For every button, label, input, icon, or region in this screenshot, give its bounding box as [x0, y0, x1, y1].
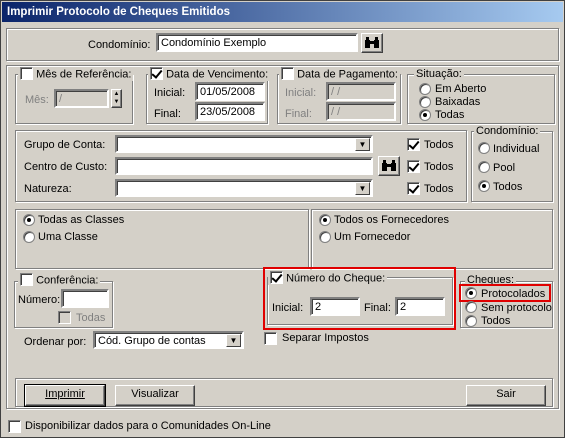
centro-custo-label: Centro de Custo: [24, 161, 108, 173]
disponibilizar-label: Disponibilizar dados para o Comunidades … [25, 420, 271, 432]
imprimir-button[interactable]: Imprimir [24, 384, 106, 407]
condominio-todos-radio[interactable] [478, 180, 490, 192]
condominio-field[interactable]: Condomínio Exemplo [156, 33, 358, 52]
vencimento-inicial-label: Inicial: [154, 87, 186, 99]
situacao-baixadas-radio[interactable] [419, 96, 431, 108]
pagamento-final-label: Final: [285, 108, 312, 120]
vencimento-final-field[interactable]: 23/05/2008 [195, 102, 265, 121]
data-vencimento-checkbox[interactable] [150, 67, 163, 80]
visualizar-label: Visualizar [131, 388, 179, 400]
mes-label: Mês: [25, 94, 49, 106]
chevron-down-icon[interactable]: ▼ [355, 182, 370, 195]
sem-protocolo-radio[interactable] [465, 301, 477, 313]
individual-radio[interactable] [478, 142, 490, 154]
binoculars-icon[interactable] [361, 33, 383, 53]
todos-fornecedores-radio[interactable] [319, 214, 331, 226]
pagamento-inicial-label: Inicial: [285, 87, 317, 99]
mes-referencia-legend: Mês de Referência: [18, 67, 134, 82]
centro-todos-label: Todos [424, 161, 454, 173]
centro-todos-checkbox[interactable] [407, 160, 420, 173]
condominio-tipo-legend: Condomínio: [474, 125, 541, 138]
ordenar-value: Cód. Grupo de contas [98, 335, 206, 347]
cheques-todos-label: Todos [481, 315, 511, 327]
situacao-em-aberto-radio[interactable] [419, 83, 431, 95]
cheques-todos-radio[interactable] [465, 315, 477, 327]
situacao-todas-label: Todas [435, 109, 465, 121]
protocolados-label: Protocolados [481, 288, 546, 300]
conferencia-legend: Conferência: [18, 273, 101, 288]
vencimento-inicial-field[interactable]: 01/05/2008 [195, 82, 265, 101]
ordenar-select[interactable]: Cód. Grupo de contas ▼ [93, 331, 244, 349]
um-fornecedor-label: Um Fornecedor [334, 231, 411, 243]
mes-spinner-icon[interactable]: ▲ ▼ [111, 89, 122, 108]
separar-impostos-label: Separar Impostos [282, 332, 369, 344]
situacao-legend: Situação: [414, 68, 464, 81]
binoculars-icon[interactable] [378, 156, 400, 176]
situacao-em-aberto-label: Em Aberto [435, 83, 487, 95]
situacao-todas-radio[interactable] [419, 109, 431, 121]
grupo-conta-select[interactable]: ▼ [115, 135, 373, 153]
chevron-down-icon[interactable]: ▼ [355, 138, 370, 151]
natureza-label: Natureza: [24, 183, 72, 195]
ordenar-label: Ordenar por: [24, 336, 87, 348]
todas-classes-radio[interactable] [23, 214, 35, 226]
pool-radio[interactable] [478, 161, 490, 173]
data-pagamento-label: Data de Pagamento: [297, 68, 398, 81]
conferencia-todas-checkbox[interactable] [58, 311, 71, 324]
conferencia-checkbox[interactable] [20, 273, 33, 286]
sair-label: Sair [496, 388, 516, 400]
grupo-conta-label: Grupo de Conta: [24, 139, 106, 151]
mes-referencia-checkbox[interactable] [20, 67, 33, 80]
grupo-todos-label: Todos [424, 139, 454, 151]
mes-referencia-label: Mês de Referência: [36, 68, 132, 81]
individual-label: Individual [493, 143, 540, 155]
disponibilizar-checkbox[interactable] [8, 420, 21, 433]
conferencia-todas-label: Todas [76, 312, 106, 324]
window-title: Imprimir Protocolo de Cheques Emitidos [2, 2, 563, 22]
condominio-todos-label: Todos [493, 181, 523, 193]
dialog-window: Imprimir Protocolo de Cheques Emitidos C… [0, 0, 565, 438]
chevron-down-icon[interactable]: ▼ [226, 334, 241, 347]
condominio-label: Condomínio: [88, 39, 151, 51]
sem-protocolo-label: Sem protocolo [481, 302, 552, 314]
natureza-select[interactable]: ▼ [115, 179, 373, 197]
data-vencimento-label: Data de Vencimento: [166, 68, 269, 81]
protocolados-radio[interactable] [465, 287, 477, 299]
todas-classes-label: Todas as Classes [38, 214, 125, 226]
mes-field[interactable]: / [54, 89, 109, 108]
uma-classe-radio[interactable] [23, 231, 35, 243]
separar-impostos-checkbox[interactable] [264, 332, 277, 345]
data-vencimento-legend: Data de Vencimento: [148, 67, 271, 82]
pagamento-final-field[interactable]: / / [326, 102, 396, 121]
cheque-inicial-label: Inicial: [272, 302, 304, 314]
natureza-todos-label: Todos [424, 183, 454, 195]
cheque-inicial-field[interactable]: 2 [310, 297, 360, 316]
conferencia-numero-field[interactable] [61, 289, 109, 308]
pagamento-inicial-field[interactable]: / / [326, 82, 396, 101]
sair-button[interactable]: Sair [466, 385, 546, 406]
numero-cheque-checkbox[interactable] [270, 271, 283, 284]
natureza-todos-checkbox[interactable] [407, 182, 420, 195]
uma-classe-label: Uma Classe [38, 231, 98, 243]
cheque-final-label: Final: [364, 302, 391, 314]
cheque-final-field[interactable]: 2 [395, 297, 445, 316]
imprimir-label: Imprimir [45, 388, 85, 400]
grupo-todos-checkbox[interactable] [407, 138, 420, 151]
numero-cheque-legend: Número do Cheque: [268, 271, 388, 286]
vencimento-final-label: Final: [154, 108, 181, 120]
visualizar-button[interactable]: Visualizar [115, 385, 195, 406]
situacao-baixadas-label: Baixadas [435, 96, 481, 108]
conferencia-label: Conferência: [36, 274, 99, 287]
data-pagamento-legend: Data de Pagamento: [279, 67, 400, 82]
conferencia-numero-label: Número: [18, 294, 61, 306]
numero-cheque-label: Número do Cheque: [286, 272, 386, 285]
todos-fornecedores-label: Todos os Fornecedores [334, 214, 449, 226]
data-pagamento-checkbox[interactable] [281, 67, 294, 80]
um-fornecedor-radio[interactable] [319, 231, 331, 243]
pool-label: Pool [493, 162, 516, 174]
centro-custo-field[interactable] [115, 157, 373, 175]
